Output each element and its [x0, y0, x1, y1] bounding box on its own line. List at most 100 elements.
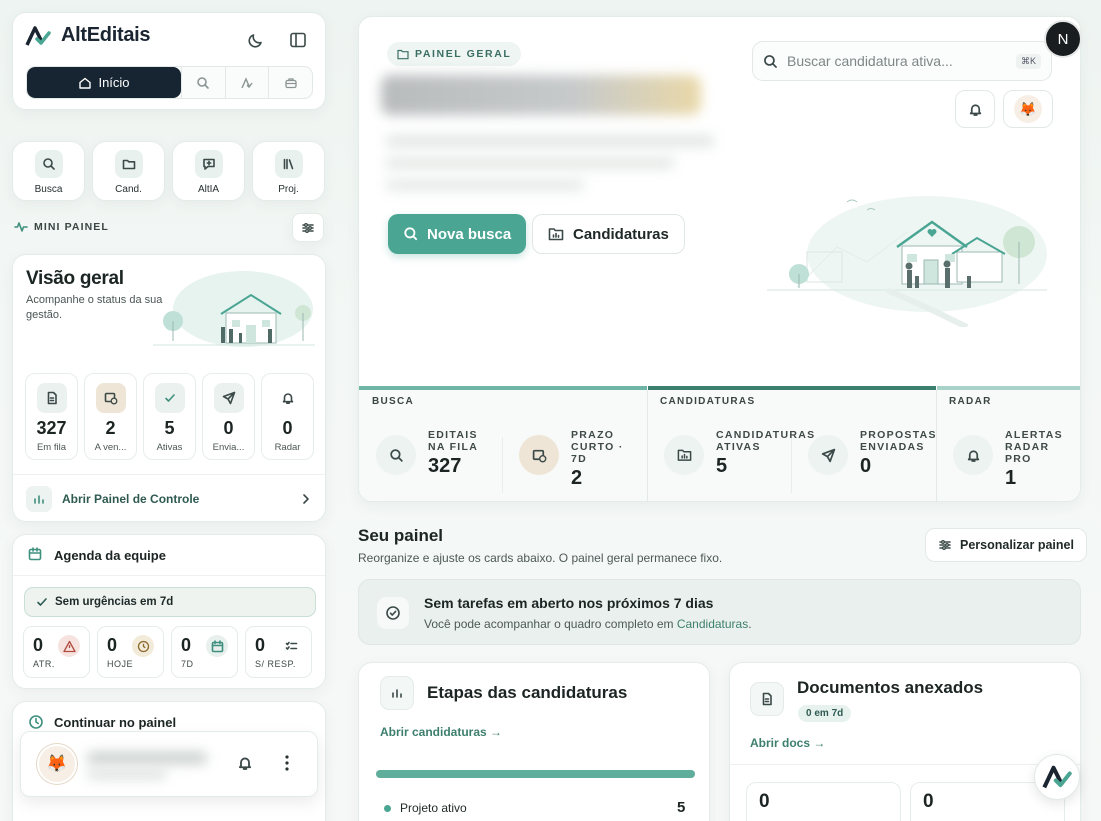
- nav-briefcase-button[interactable]: [268, 67, 312, 98]
- notifications-button[interactable]: [955, 90, 995, 128]
- agenda-label: HOJE: [107, 659, 134, 669]
- stat-tile[interactable]: 0 Radar: [261, 373, 314, 460]
- kpi-value: 0: [860, 455, 872, 477]
- books-icon: [274, 149, 303, 178]
- profile-button[interactable]: 🦊: [1003, 90, 1053, 128]
- kpi-value: 1: [1005, 467, 1017, 489]
- documents-card: Documentos anexados 0 em 7d Abrir docs →…: [729, 662, 1081, 821]
- kpi-alertas[interactable]: ALERTAS RADAR PRO 1: [953, 429, 1063, 490]
- open-applications-link[interactable]: Abrir candidaturas →: [380, 725, 502, 739]
- nav-home-button[interactable]: Início: [27, 67, 181, 98]
- customize-panel-label: Personalizar painel: [960, 538, 1074, 552]
- sliders-icon: [302, 222, 314, 233]
- stages-card: Etapas das candidaturas Abrir candidatur…: [358, 662, 710, 821]
- open-control-panel-label: Abrir Painel de Controle: [62, 492, 200, 506]
- agenda-item[interactable]: 0 ATR.: [23, 626, 90, 678]
- calendar-icon: [206, 635, 228, 657]
- fox-avatar-icon[interactable]: 🦊: [37, 744, 77, 784]
- check-circle-icon: [377, 597, 409, 629]
- applications-label: Candidaturas: [573, 225, 669, 243]
- kpi-label: CANDIDATURAS: [716, 429, 816, 441]
- open-control-panel-button[interactable]: Abrir Painel de Controle: [26, 486, 199, 512]
- divider: [647, 390, 648, 501]
- quick-proj-button[interactable]: Proj.: [252, 141, 325, 201]
- doc-stat[interactable]: 0: [746, 782, 901, 821]
- family-house-illustration: [767, 196, 1047, 327]
- hero-card: PAINEL GERAL Nova busca Candidaturas Bus…: [358, 16, 1081, 502]
- blurred-text-line: [385, 179, 585, 191]
- agenda-status: Sem urgências em 7d: [24, 587, 316, 617]
- section-label-radar: RADAR: [949, 396, 992, 407]
- tasks-title: Sem tarefas em aberto nos próximos 7 dia…: [424, 595, 714, 611]
- document-icon: [36, 383, 67, 413]
- agenda-label: S/ RESP.: [255, 659, 296, 669]
- kpi-propostas[interactable]: PROPOSTAS ENVIADAS 0: [808, 429, 937, 478]
- agenda-item[interactable]: 0 7D: [171, 626, 238, 678]
- customize-panel-button[interactable]: Personalizar painel: [925, 528, 1087, 562]
- folder-icon: [397, 49, 409, 59]
- user-avatar[interactable]: N: [1044, 20, 1082, 58]
- theme-toggle-icon[interactable]: [247, 31, 265, 49]
- family-house-illustration: [153, 271, 315, 347]
- quick-search-button[interactable]: Busca: [12, 141, 85, 201]
- blurred-user-email: [87, 770, 167, 779]
- kpi-prazo[interactable]: PRAZO CURTO · 7D 2: [519, 429, 624, 490]
- sidebar-toggle-icon[interactable]: [289, 31, 307, 49]
- search-icon: [376, 435, 416, 475]
- quick-cand-button[interactable]: Cand.: [92, 141, 165, 201]
- stage-row: Projeto ativo: [384, 801, 467, 815]
- painel-geral-pill: PAINEL GERAL: [387, 42, 522, 66]
- kpi-editais[interactable]: EDITAIS NA FILA 327: [376, 429, 478, 478]
- stat-value: 2: [105, 418, 116, 438]
- clock-icon: [29, 715, 43, 729]
- search-shortcut: ⌘K: [1015, 53, 1041, 69]
- search-icon: [764, 54, 777, 68]
- activity-icon: [14, 222, 28, 232]
- kpi-label: CURTO ·: [571, 441, 624, 453]
- stages-progress-fill: [376, 770, 695, 778]
- stat-value: 0: [223, 418, 234, 438]
- home-icon: [79, 77, 92, 89]
- nav-search-button[interactable]: [181, 67, 225, 98]
- send-icon: [808, 435, 848, 475]
- divider: [13, 474, 325, 475]
- tasks-text-wrap: Você pode acompanhar o quadro completo e…: [424, 617, 752, 631]
- stat-tile[interactable]: 2 A ven...: [84, 373, 137, 460]
- stat-tile[interactable]: 5 Ativas: [143, 373, 196, 460]
- agenda-status-text: Sem urgências em 7d: [55, 596, 174, 608]
- continue-header: Continuar no painel: [28, 714, 176, 730]
- search-icon: [197, 76, 210, 89]
- check-icon: [37, 598, 47, 606]
- stat-tile[interactable]: 0 Envia...: [202, 373, 255, 460]
- bell-icon[interactable]: [237, 755, 253, 771]
- search-input[interactable]: Buscar candidatura ativa... ⌘K: [752, 41, 1052, 81]
- folder-icon: [114, 149, 143, 178]
- new-search-button[interactable]: Nova busca: [388, 214, 527, 254]
- open-docs-link[interactable]: Abrir docs →: [750, 736, 825, 750]
- new-search-label: Nova busca: [427, 225, 512, 243]
- briefcase-icon: [285, 77, 297, 88]
- agenda-label: 7D: [181, 659, 194, 669]
- quick-altia-button[interactable]: AltIA: [172, 141, 245, 201]
- assistant-fab[interactable]: [1034, 754, 1080, 800]
- more-vertical-icon[interactable]: [279, 754, 295, 772]
- agenda-item[interactable]: 0 S/ RESP.: [245, 626, 312, 678]
- calendar-clock-icon: [519, 435, 559, 475]
- candidaturas-link[interactable]: Candidaturas: [677, 617, 748, 631]
- agenda-header: Agenda da equipe: [28, 547, 166, 563]
- logo[interactable]: AltEditais: [25, 24, 151, 47]
- mini-panel-settings-button[interactable]: [292, 213, 324, 242]
- stat-tile[interactable]: 327 Em fila: [25, 373, 78, 460]
- sliders-icon: [939, 540, 951, 550]
- bar-chart-icon: [26, 486, 52, 512]
- stat-label: Radar: [274, 442, 301, 453]
- applications-button[interactable]: Candidaturas: [532, 214, 685, 254]
- kpi-candidaturas[interactable]: CANDIDATURAS ATIVAS 5: [664, 429, 815, 478]
- nav-ai-button[interactable]: [224, 67, 269, 98]
- document-icon: [750, 682, 784, 716]
- stage-value: 5: [677, 799, 686, 816]
- app-title: AltEditais: [61, 24, 151, 46]
- agenda-item[interactable]: 0 HOJE: [97, 626, 164, 678]
- nav-segment: Início: [26, 66, 313, 99]
- overview-title: Visão geral: [26, 268, 124, 289]
